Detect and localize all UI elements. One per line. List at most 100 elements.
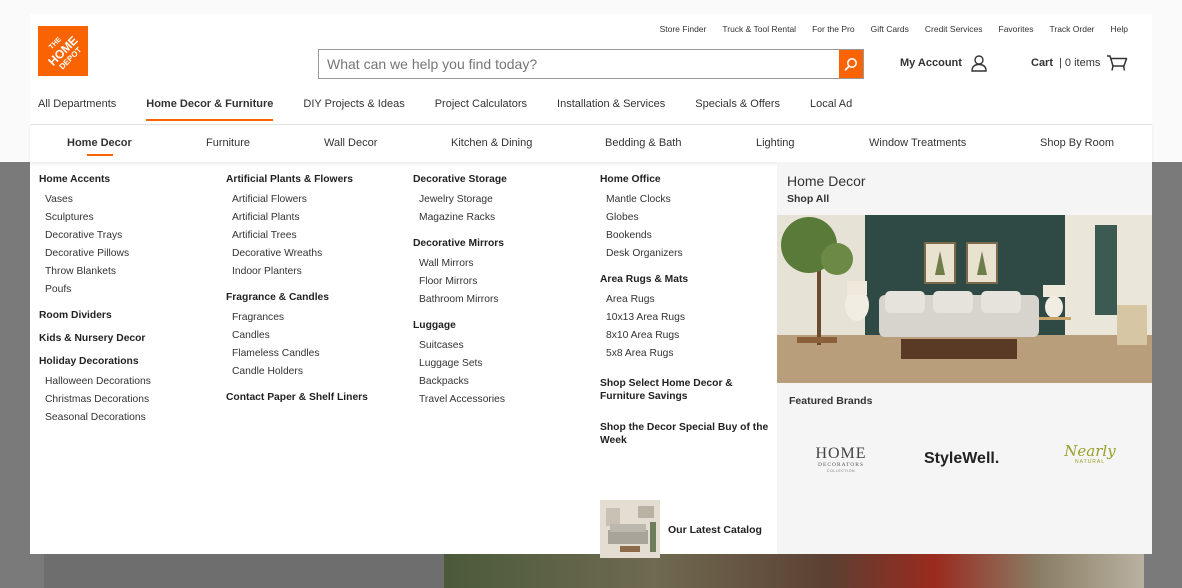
tab-lighting[interactable]: Lighting (756, 137, 795, 149)
secondary-nav: Home Decor Furniture Wall Decor Kitchen … (30, 124, 1152, 162)
link-candle-holders[interactable]: Candle Holders (226, 363, 368, 381)
nav-installation-services[interactable]: Installation & Services (557, 98, 665, 121)
tab-furniture[interactable]: Furniture (206, 137, 250, 149)
link-fragrances[interactable]: Fragrances (226, 309, 368, 327)
link-mantle-clocks[interactable]: Mantle Clocks (600, 191, 770, 209)
heading-decorative-storage[interactable]: Decorative Storage (413, 173, 507, 186)
link-5x8-area-rugs[interactable]: 5x8 Area Rugs (600, 345, 770, 363)
link-travel-accessories[interactable]: Travel Accessories (413, 391, 507, 409)
link-home-decor-furniture-savings[interactable]: Shop Select Home Decor & Furniture Savin… (600, 377, 770, 403)
link-artificial-trees[interactable]: Artificial Trees (226, 227, 368, 245)
brand-home-decorators-line1: HOME (815, 445, 867, 462)
link-decor-special-buy[interactable]: Shop the Decor Special Buy of the Week (600, 421, 770, 447)
link-sculptures[interactable]: Sculptures (39, 209, 151, 227)
link-decorative-trays[interactable]: Decorative Trays (39, 227, 151, 245)
utility-nav: Store Finder Truck & Tool Rental For the… (660, 24, 1128, 34)
heading-luggage[interactable]: Luggage (413, 319, 507, 332)
link-backpacks[interactable]: Backpacks (413, 373, 507, 391)
utility-for-the-pro[interactable]: For the Pro (812, 24, 855, 34)
tab-bedding-bath[interactable]: Bedding & Bath (605, 137, 681, 149)
utility-help[interactable]: Help (1111, 24, 1128, 34)
tab-wall-decor[interactable]: Wall Decor (324, 137, 377, 149)
heading-area-rugs-mats[interactable]: Area Rugs & Mats (600, 273, 770, 286)
link-our-latest-catalog[interactable]: Our Latest Catalog (668, 524, 762, 536)
my-account-label: My Account (900, 57, 962, 69)
link-area-rugs[interactable]: Area Rugs (600, 291, 770, 309)
link-christmas-decorations[interactable]: Christmas Decorations (39, 391, 151, 409)
utility-favorites[interactable]: Favorites (999, 24, 1034, 34)
link-globes[interactable]: Globes (600, 209, 770, 227)
link-bathroom-mirrors[interactable]: Bathroom Mirrors (413, 291, 507, 309)
link-10x13-area-rugs[interactable]: 10x13 Area Rugs (600, 309, 770, 327)
link-artificial-plants[interactable]: Artificial Plants (226, 209, 368, 227)
tab-home-decor[interactable]: Home Decor (67, 137, 132, 149)
tab-shop-by-room[interactable]: Shop By Room (1040, 137, 1114, 149)
tab-window-treatments[interactable]: Window Treatments (869, 137, 966, 149)
cart-button[interactable]: Cart | 0 items (1031, 54, 1128, 72)
menu-column-1: Home Accents Vases Sculptures Decorative… (39, 173, 151, 434)
heading-kids-nursery-decor[interactable]: Kids & Nursery Decor (39, 332, 151, 345)
nav-home-decor-furniture[interactable]: Home Decor & Furniture (146, 98, 274, 121)
link-decorative-pillows[interactable]: Decorative Pillows (39, 245, 151, 263)
link-wall-mirrors[interactable]: Wall Mirrors (413, 255, 507, 273)
utility-gift-cards[interactable]: Gift Cards (871, 24, 909, 34)
catalog-thumbnail[interactable] (600, 500, 660, 558)
featured-brands-label: Featured Brands (789, 395, 873, 407)
menu-column-4: Home Office Mantle Clocks Globes Bookend… (600, 173, 770, 454)
link-decorative-wreaths[interactable]: Decorative Wreaths (226, 245, 368, 263)
link-halloween-decorations[interactable]: Halloween Decorations (39, 373, 151, 391)
featured-room-image[interactable] (777, 215, 1152, 383)
my-account-button[interactable]: My Account (900, 54, 988, 72)
link-throw-blankets[interactable]: Throw Blankets (39, 263, 151, 281)
shop-all-link[interactable]: Shop All (787, 193, 829, 205)
heading-artificial-plants-flowers[interactable]: Artificial Plants & Flowers (226, 173, 368, 186)
link-magazine-racks[interactable]: Magazine Racks (413, 209, 507, 227)
link-artificial-flowers[interactable]: Artificial Flowers (226, 191, 368, 209)
active-tab-underline (87, 154, 113, 156)
link-jewelry-storage[interactable]: Jewelry Storage (413, 191, 507, 209)
search-button[interactable] (839, 50, 863, 78)
nav-local-ad[interactable]: Local Ad (810, 98, 852, 121)
link-seasonal-decorations[interactable]: Seasonal Decorations (39, 409, 151, 427)
utility-credit-services[interactable]: Credit Services (925, 24, 983, 34)
heading-fragrance-candles[interactable]: Fragrance & Candles (226, 291, 368, 304)
link-floor-mirrors[interactable]: Floor Mirrors (413, 273, 507, 291)
link-flameless-candles[interactable]: Flameless Candles (226, 345, 368, 363)
link-candles[interactable]: Candles (226, 327, 368, 345)
tab-kitchen-dining[interactable]: Kitchen & Dining (451, 137, 532, 149)
brand-nearly-natural[interactable]: Nearly NATURAL (1062, 444, 1118, 466)
link-vases[interactable]: Vases (39, 191, 151, 209)
link-desk-organizers[interactable]: Desk Organizers (600, 245, 770, 263)
utility-track-order[interactable]: Track Order (1049, 24, 1094, 34)
search-input[interactable] (319, 50, 839, 78)
heading-home-office[interactable]: Home Office (600, 173, 770, 186)
heading-room-dividers[interactable]: Room Dividers (39, 309, 151, 322)
brand-stylewell[interactable]: StyleWell. (924, 450, 999, 468)
utility-store-finder[interactable]: Store Finder (660, 24, 707, 34)
nav-all-departments[interactable]: All Departments (38, 98, 116, 121)
nav-specials-offers[interactable]: Specials & Offers (695, 98, 780, 121)
heading-holiday-decorations[interactable]: Holiday Decorations (39, 355, 151, 368)
home-depot-logo[interactable]: THE HOME DEPOT (38, 26, 88, 76)
link-luggage-sets[interactable]: Luggage Sets (413, 355, 507, 373)
link-suitcases[interactable]: Suitcases (413, 337, 507, 355)
utility-truck-tool-rental[interactable]: Truck & Tool Rental (722, 24, 796, 34)
primary-nav: All Departments Home Decor & Furniture D… (38, 98, 882, 121)
link-indoor-planters[interactable]: Indoor Planters (226, 263, 368, 281)
link-8x10-area-rugs[interactable]: 8x10 Area Rugs (600, 327, 770, 345)
brand-home-decorators-collection[interactable]: HOME DECORATORS COLLECTION (813, 446, 869, 474)
search-icon (844, 58, 857, 71)
logo-wordmark: THE HOME DEPOT (44, 32, 83, 71)
nav-project-calculators[interactable]: Project Calculators (435, 98, 527, 121)
link-bookends[interactable]: Bookends (600, 227, 770, 245)
heading-decorative-mirrors[interactable]: Decorative Mirrors (413, 237, 507, 250)
search-bar (318, 49, 864, 79)
catalog-room-image (600, 500, 660, 558)
nav-diy-projects[interactable]: DIY Projects & Ideas (303, 98, 404, 121)
heading-contact-paper-shelf-liners[interactable]: Contact Paper & Shelf Liners (226, 391, 368, 404)
cart-count: | 0 items (1059, 57, 1101, 69)
cart-icon (1107, 55, 1128, 71)
heading-home-accents[interactable]: Home Accents (39, 173, 151, 186)
menu-column-3: Decorative Storage Jewelry Storage Magaz… (413, 173, 507, 416)
link-poufs[interactable]: Poufs (39, 281, 151, 299)
